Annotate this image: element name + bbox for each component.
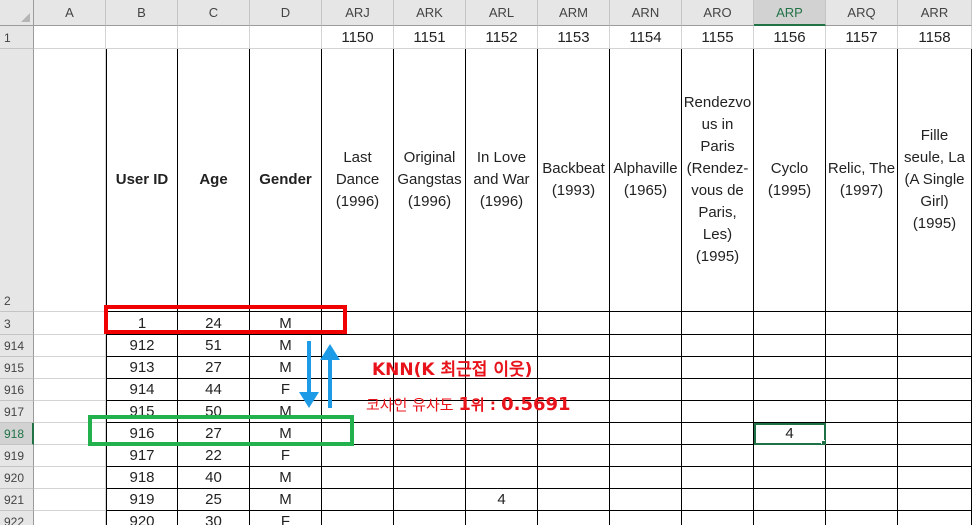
down-arrow-icon — [299, 341, 319, 408]
up-arrow-icon — [320, 344, 340, 408]
similarity-rank: 1 — [458, 394, 471, 415]
similarity-label: 코사인 유사도 — [366, 396, 459, 414]
similarity-value: 0.5691 — [501, 394, 571, 415]
spreadsheet-grid[interactable]: A B C D ARJ ARK ARL ARM ARN ARO ARP ARQ ARR 1 2 3 914 915… — [0, 0, 972, 525]
similarity-arrows — [299, 341, 340, 408]
knn-annotation-title: KNN(K 최근접 이웃) — [372, 360, 533, 380]
cosine-similarity-annotation: 코사인 유사도 1위 : 0.5691 — [366, 394, 571, 415]
similarity-rank-suffix: 위 : — [470, 396, 502, 414]
